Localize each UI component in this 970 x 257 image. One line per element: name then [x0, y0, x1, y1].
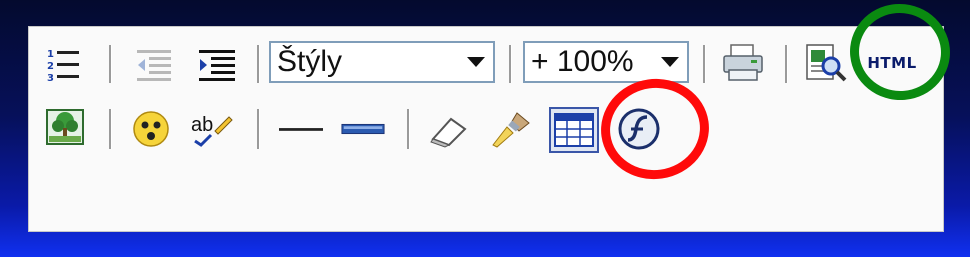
- svg-text:3: 3: [47, 73, 54, 84]
- insert-image-button[interactable]: [43, 105, 87, 149]
- toolbar-separator: [703, 45, 706, 83]
- format-brush-button[interactable]: [489, 107, 533, 151]
- spellcheck-icon: ab: [191, 114, 233, 147]
- spellcheck-button[interactable]: ab: [189, 107, 233, 151]
- printer-icon: [723, 44, 763, 81]
- insert-field-button[interactable]: [341, 107, 385, 151]
- toolbar-separator: [509, 45, 512, 83]
- numbered-list-button[interactable]: 1 2 3: [41, 43, 85, 87]
- insert-table-button[interactable]: [549, 107, 599, 153]
- toolbar-separator: [257, 109, 260, 149]
- svg-text:ab: ab: [191, 114, 213, 136]
- table-icon: [554, 113, 594, 147]
- editor-toolbar-panel: 1 2 3 Štýly + 100% HTML ab: [28, 26, 944, 232]
- outdent-button[interactable]: [133, 43, 177, 87]
- format-brush-icon: [492, 112, 530, 148]
- zoom-select-value: + 100%: [531, 45, 634, 78]
- chevron-down-icon[interactable]: [653, 43, 687, 81]
- zoom-select[interactable]: + 100%: [523, 41, 689, 83]
- eraser-button[interactable]: [427, 107, 471, 151]
- image-icon: [46, 109, 84, 145]
- horizontal-rule-icon: [279, 128, 323, 131]
- indent-icon: [199, 50, 235, 81]
- toolbar-separator: [257, 45, 260, 83]
- red-highlight-circle: [594, 71, 716, 187]
- toolbar-separator: [109, 45, 112, 83]
- numbered-list-icon: 1 2 3: [47, 49, 79, 84]
- style-select[interactable]: Štýly: [269, 41, 495, 83]
- smiley-icon: [133, 111, 169, 147]
- chevron-down-icon[interactable]: [459, 43, 493, 81]
- toolbar-separator: [785, 45, 788, 83]
- preview-button[interactable]: [803, 41, 847, 85]
- preview-icon: [806, 44, 847, 82]
- toolbar-separator: [407, 109, 410, 149]
- horizontal-rule-button[interactable]: [279, 107, 323, 151]
- outdent-icon: [137, 50, 171, 81]
- eraser-icon: [430, 117, 467, 148]
- print-button[interactable]: [721, 41, 765, 85]
- indent-button[interactable]: [195, 43, 239, 87]
- toolbar-separator: [109, 109, 112, 149]
- style-select-value: Štýly: [277, 45, 343, 78]
- input-field-icon: [341, 123, 385, 135]
- svg-text:1: 1: [47, 49, 54, 60]
- svg-text:2: 2: [47, 61, 54, 72]
- insert-smiley-button[interactable]: [129, 107, 173, 151]
